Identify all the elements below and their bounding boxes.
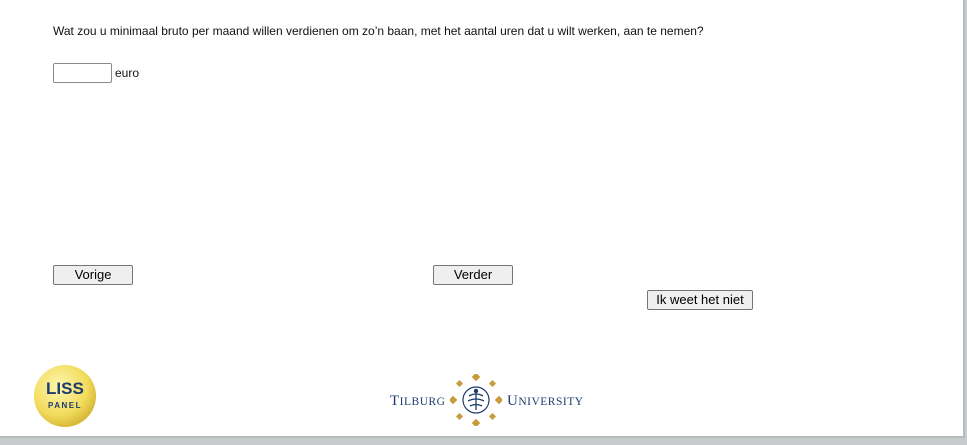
next-button[interactable]: Verder	[433, 265, 513, 285]
dont-know-button[interactable]: Ik weet het niet	[647, 290, 753, 310]
amount-row: euro	[53, 63, 139, 83]
tilburg-seal-icon	[450, 374, 502, 426]
survey-page: Wat zou u minimaal bruto per maand wille…	[0, 0, 965, 438]
tilburg-logo-right-text: UNIVERSITY	[507, 393, 584, 409]
liss-logo-top-text: LISS	[46, 379, 84, 398]
liss-logo-bottom-text: PANEL	[48, 401, 83, 410]
question-text: Wat zou u minimaal bruto per maand wille…	[53, 24, 704, 38]
amount-unit-label: euro	[115, 66, 140, 80]
liss-panel-logo: LISS PANEL	[33, 364, 97, 428]
tilburg-logo-left-text: TILBURG	[390, 393, 446, 409]
previous-button[interactable]: Vorige	[53, 265, 133, 285]
tilburg-university-logo: TILBURG UNIVERSITY	[388, 372, 584, 428]
amount-input[interactable]	[53, 63, 112, 83]
